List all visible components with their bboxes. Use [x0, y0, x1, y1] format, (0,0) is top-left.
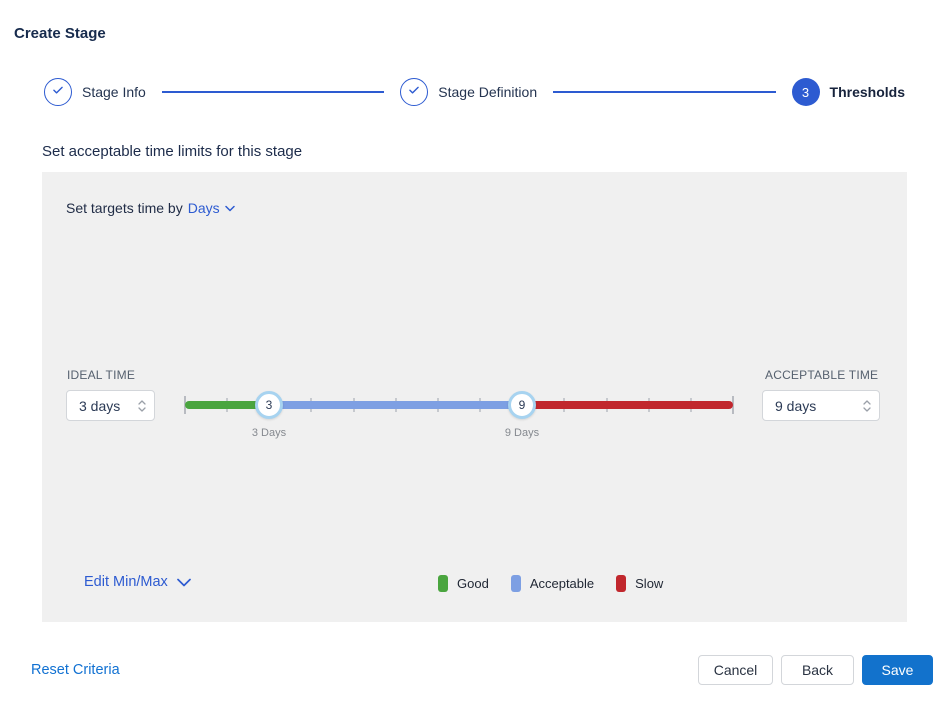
slider-handle-value: 9 [519, 398, 526, 412]
targets-time-label: Set targets time by [66, 200, 183, 216]
thresholds-panel: Set targets time by Days IDEAL TIME 3 da… [42, 172, 907, 622]
slider-segment-acceptable [269, 401, 522, 409]
ideal-time-stepper[interactable] [138, 400, 146, 412]
chevron-down-icon[interactable] [863, 407, 871, 412]
good-swatch-icon [438, 575, 448, 592]
chevron-up-icon[interactable] [138, 400, 146, 405]
legend-label: Acceptable [530, 576, 594, 591]
step-label: Stage Definition [438, 84, 537, 100]
check-icon [407, 83, 421, 102]
chevron-down-icon[interactable] [138, 407, 146, 412]
legend: Good Acceptable Slow [438, 575, 663, 592]
slider-handle-ideal[interactable]: 3 [255, 391, 283, 419]
legend-item-acceptable: Acceptable [511, 575, 594, 592]
legend-label: Good [457, 576, 489, 591]
stepper: Stage Info Stage Definition 3 Thresholds [44, 78, 905, 106]
legend-item-slow: Slow [616, 575, 663, 592]
chevron-down-icon[interactable] [225, 205, 235, 212]
chevron-down-icon [177, 578, 191, 587]
unit-dropdown[interactable]: Days [188, 200, 220, 216]
footer-buttons: Cancel Back Save [698, 655, 933, 685]
section-heading: Set acceptable time limits for this stag… [42, 143, 302, 160]
acceptable-time-input[interactable]: 9 days [762, 390, 880, 421]
slider-handle-acceptable[interactable]: 9 [508, 391, 536, 419]
legend-item-good: Good [438, 575, 489, 592]
acceptable-time-label: ACCEPTABLE TIME [765, 368, 878, 382]
reset-criteria-link[interactable]: Reset Criteria [31, 662, 120, 678]
stepper-connector [553, 91, 775, 93]
slider-handle-value: 3 [266, 398, 273, 412]
ideal-time-value: 3 days [79, 398, 120, 414]
acceptable-time-value: 9 days [775, 398, 816, 414]
acceptable-time-stepper[interactable] [863, 400, 871, 412]
ideal-time-label: IDEAL TIME [67, 368, 135, 382]
acceptable-swatch-icon [511, 575, 521, 592]
step-current-circle: 3 [792, 78, 820, 106]
back-button[interactable]: Back [781, 655, 854, 685]
create-stage-dialog: Create Stage Stage Info Stage Definition… [0, 0, 949, 701]
step-label: Thresholds [830, 84, 905, 100]
cancel-button[interactable]: Cancel [698, 655, 773, 685]
step-number: 3 [802, 85, 809, 100]
step-stage-definition[interactable]: Stage Definition [400, 78, 537, 106]
check-icon [51, 83, 65, 102]
save-button[interactable]: Save [862, 655, 933, 685]
stepper-connector [162, 91, 384, 93]
step-label: Stage Info [82, 84, 146, 100]
slow-swatch-icon [616, 575, 626, 592]
page-title: Create Stage [14, 25, 106, 42]
chevron-up-icon[interactable] [863, 400, 871, 405]
targets-time-row: Set targets time by Days [66, 200, 235, 216]
step-thresholds[interactable]: 3 Thresholds [792, 78, 905, 106]
unit-dropdown-value: Days [188, 200, 220, 216]
slider-handle-caption: 3 Days [239, 427, 299, 439]
threshold-slider[interactable]: 3 9 3 Days 9 Days [185, 391, 733, 419]
step-stage-info[interactable]: Stage Info [44, 78, 146, 106]
step-complete-circle [400, 78, 428, 106]
edit-minmax-label: Edit Min/Max [84, 574, 168, 590]
edit-minmax-toggle[interactable]: Edit Min/Max [84, 574, 191, 590]
slider-segment-slow [522, 401, 733, 409]
step-complete-circle [44, 78, 72, 106]
legend-label: Slow [635, 576, 663, 591]
ideal-time-input[interactable]: 3 days [66, 390, 155, 421]
slider-handle-caption: 9 Days [492, 427, 552, 439]
